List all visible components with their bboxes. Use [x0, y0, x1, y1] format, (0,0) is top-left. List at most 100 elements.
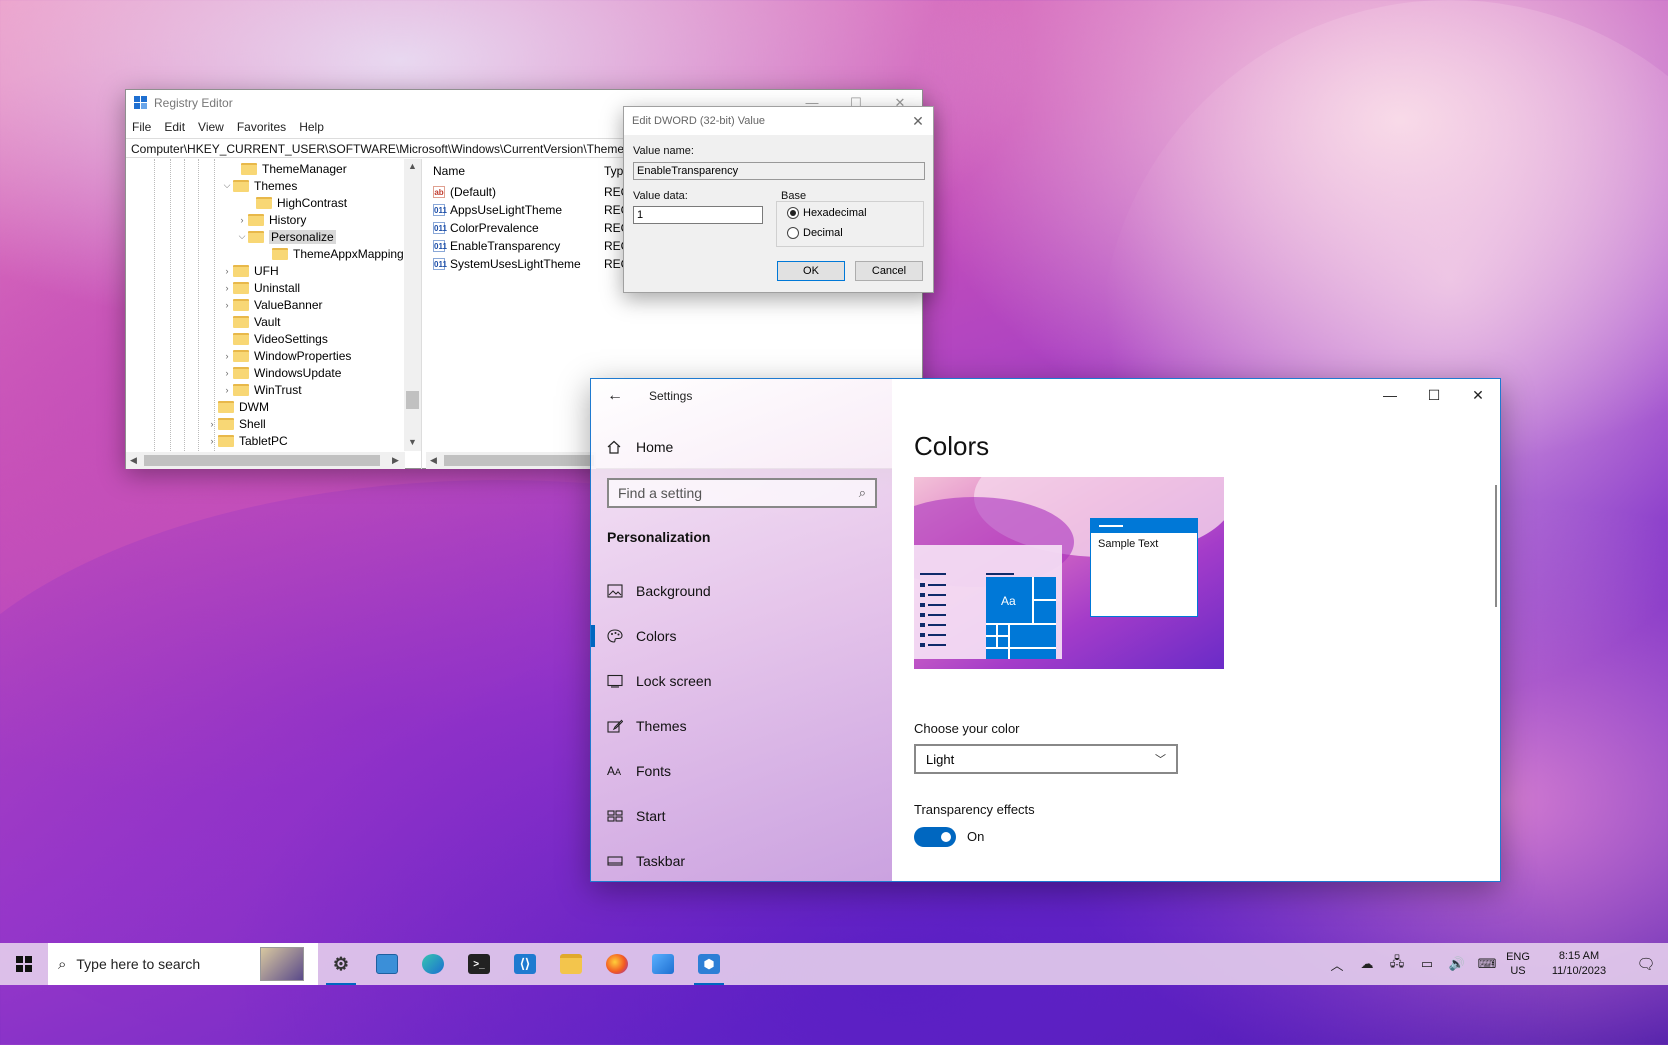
search-highlight-image — [260, 947, 304, 981]
content-scrollbar[interactable] — [1495, 485, 1497, 607]
tree-item[interactable]: › TabletPC — [206, 432, 288, 449]
edge-icon[interactable] — [410, 943, 456, 985]
chevron-right-icon[interactable]: › — [221, 283, 233, 293]
tree-item[interactable]: VideoSettings — [221, 330, 328, 347]
chevron-right-icon[interactable]: › — [236, 215, 248, 225]
windows-logo-icon — [16, 956, 32, 972]
chevron-down-icon[interactable]: ⌵ — [236, 231, 248, 242]
column-name[interactable]: Name — [433, 164, 465, 178]
decimal-radio[interactable]: Decimal — [787, 227, 843, 239]
back-arrow-icon[interactable]: ← — [607, 387, 623, 405]
scroll-up-icon[interactable]: ▲ — [408, 161, 417, 171]
language-indicator[interactable]: ENG US — [1502, 950, 1534, 978]
battery-icon[interactable]: ▭ — [1412, 956, 1442, 972]
edit-dword-dialog[interactable]: Edit DWORD (32-bit) Value ✕ Value name: … — [623, 106, 934, 293]
menu-help[interactable]: Help — [299, 120, 324, 134]
radio-checked-icon[interactable] — [787, 207, 799, 219]
nav-item-background[interactable]: Background — [607, 576, 711, 606]
value-data-field[interactable]: 1 — [633, 206, 763, 224]
nav-item-themes[interactable]: Themes — [607, 711, 687, 741]
choose-color-dropdown[interactable]: Light ﹀ — [914, 744, 1178, 774]
onedrive-icon[interactable]: ☁ — [1352, 956, 1382, 972]
vscode-icon[interactable]: ⟨⟩ — [502, 943, 548, 985]
home-nav-item[interactable]: Home — [607, 439, 673, 455]
minimize-icon[interactable]: — — [1368, 379, 1412, 411]
network-icon[interactable]: 🖧 — [1382, 953, 1412, 975]
volume-icon[interactable]: 🔊 — [1442, 956, 1472, 972]
chevron-down-icon: ﹀ — [1155, 754, 1166, 766]
chevron-right-icon[interactable]: › — [221, 385, 233, 395]
chevron-right-icon[interactable]: › — [221, 351, 233, 361]
menu-view[interactable]: View — [198, 120, 224, 134]
scroll-thumb[interactable] — [406, 391, 419, 409]
nav-item-fonts[interactable]: AA Fonts — [607, 756, 671, 786]
control-panel-icon[interactable] — [364, 943, 410, 985]
menu-file[interactable]: File — [132, 120, 151, 134]
scroll-thumb[interactable] — [444, 455, 594, 466]
nav-item-colors[interactable]: Colors — [607, 621, 676, 651]
scroll-left-icon[interactable]: ◀ — [430, 455, 437, 466]
maximize-icon[interactable]: ☐ — [1412, 379, 1456, 411]
notification-icon[interactable]: 🗨 — [1624, 955, 1668, 973]
close-icon[interactable]: ✕ — [903, 113, 933, 130]
chevron-right-icon[interactable]: › — [221, 300, 233, 310]
transparency-toggle[interactable] — [914, 827, 956, 847]
scroll-right-icon[interactable]: ▶ — [392, 455, 399, 466]
find-setting-input[interactable]: Find a setting ⌕ — [607, 478, 877, 508]
tree-item[interactable]: ⌵ Themes — [221, 177, 298, 194]
nav-item-lock-screen[interactable]: Lock screen — [607, 666, 711, 696]
tree-item[interactable]: › Shell — [206, 415, 266, 432]
clock[interactable]: 8:15 AM 11/10/2023 — [1534, 949, 1624, 979]
tree-item[interactable]: › WindowsUpdate — [221, 364, 342, 381]
tree-item[interactable]: ThemeAppxMapping — [260, 245, 404, 262]
menu-favorites[interactable]: Favorites — [237, 120, 286, 134]
tree-item[interactable]: HighContrast — [244, 194, 347, 211]
menu-edit[interactable]: Edit — [164, 120, 185, 134]
photos-icon[interactable] — [640, 943, 686, 985]
registry-tree[interactable]: ThemeManager ⌵ Themes HighContrast › His… — [126, 159, 422, 469]
tree-horizontal-scrollbar[interactable]: ◀ ▶ — [126, 452, 405, 469]
scroll-down-icon[interactable]: ▼ — [408, 437, 417, 447]
tree-item[interactable]: › Uninstall — [221, 279, 301, 296]
nav-item-start[interactable]: Start — [607, 801, 666, 831]
tree-item-selected[interactable]: ⌵ Personalize — [236, 228, 336, 245]
file-explorer-icon[interactable] — [548, 943, 594, 985]
chevron-right-icon[interactable]: › — [206, 419, 218, 429]
tree-item[interactable]: ThemeManager — [229, 160, 347, 177]
firefox-icon[interactable] — [594, 943, 640, 985]
tree-item[interactable]: Vault — [221, 313, 280, 330]
keyboard-icon[interactable]: ⌨ — [1472, 956, 1502, 972]
nav-item-taskbar[interactable]: Taskbar — [607, 846, 685, 876]
settings-icon[interactable]: ⚙ — [318, 943, 364, 985]
start-button[interactable] — [0, 943, 48, 985]
cancel-button[interactable]: Cancel — [855, 261, 923, 281]
radio-unchecked-icon[interactable] — [787, 227, 799, 239]
hexadecimal-radio[interactable]: Hexadecimal — [787, 207, 867, 219]
chevron-right-icon[interactable]: › — [221, 368, 233, 378]
tree-vertical-scrollbar[interactable]: ▲ ▼ — [404, 159, 421, 451]
scroll-thumb[interactable] — [144, 455, 380, 466]
chevron-down-icon[interactable]: ⌵ — [221, 180, 233, 191]
list-horizontal-scrollbar[interactable]: ◀ — [426, 452, 596, 469]
registry-app-icon — [134, 96, 148, 110]
string-value-icon: ab — [433, 186, 445, 198]
settings-window[interactable]: ← Settings Home Find a setting ⌕ Persona… — [590, 378, 1501, 882]
scroll-left-icon[interactable]: ◀ — [130, 455, 137, 466]
chevron-right-icon[interactable]: › — [206, 436, 218, 446]
tree-item[interactable]: DWM — [206, 398, 269, 415]
dialog-title-bar[interactable]: Edit DWORD (32-bit) Value ✕ — [624, 107, 933, 135]
tree-item[interactable]: › UFH — [221, 262, 279, 279]
taskbar-search-box[interactable]: ⌕ Type here to search — [48, 943, 318, 985]
tree-item[interactable]: › WinTrust — [221, 381, 302, 398]
regedit-icon[interactable]: ⬢ — [686, 943, 732, 985]
tree-item[interactable]: › WindowProperties — [221, 347, 352, 364]
ok-button[interactable]: OK — [777, 261, 845, 281]
tree-item[interactable]: › History — [236, 211, 307, 228]
chevron-up-icon[interactable]: ︿ — [1322, 955, 1352, 974]
chevron-right-icon[interactable]: › — [221, 266, 233, 276]
value-name-field[interactable]: EnableTransparency — [633, 162, 925, 180]
tree-item[interactable]: › ValueBanner — [221, 296, 323, 313]
close-icon[interactable]: ✕ — [1456, 379, 1500, 411]
terminal-icon[interactable]: >_ — [456, 943, 502, 985]
taskbar: ⌕ Type here to search ⚙ >_ ⟨⟩ ⬢ ︿ ☁ 🖧 ▭ … — [0, 943, 1668, 985]
